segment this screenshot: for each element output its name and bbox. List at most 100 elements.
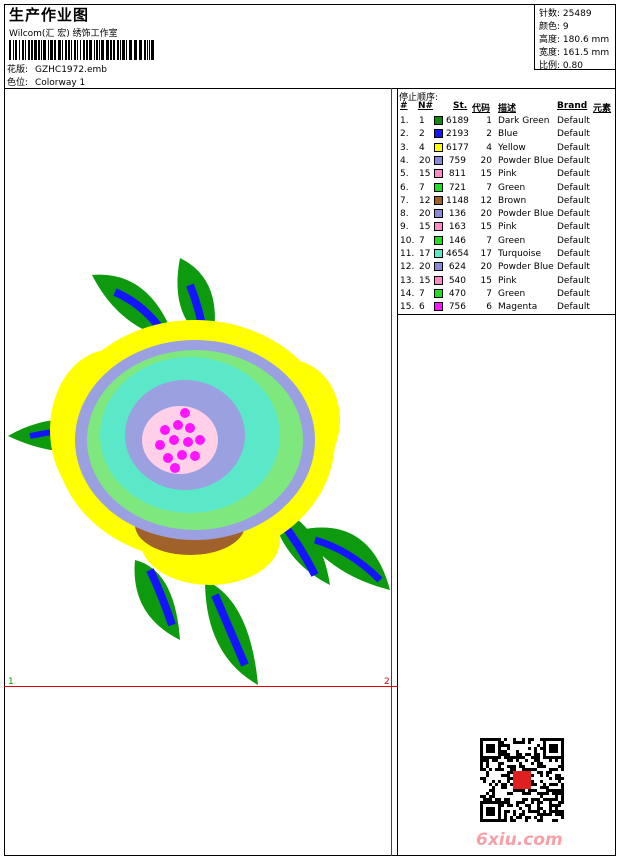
table-row: 3. 4 6177 4 Yellow Default: [398, 142, 616, 155]
row-needle: 15: [419, 169, 431, 180]
page-title: 生产作业图: [9, 6, 90, 24]
col-header-index: #: [400, 101, 408, 111]
row-index: 11.: [400, 249, 415, 259]
stat-scale: 比例: 0.80: [539, 58, 583, 71]
col-header-brand: Brand: [557, 101, 588, 111]
design-label: 花版:: [7, 65, 29, 75]
stat-stitches-value: 25489: [562, 9, 592, 19]
table-row: 13. 15 540 15 Pink Default: [398, 275, 616, 288]
row-stitches: 4654: [446, 249, 469, 259]
row-description: Powder Blue: [498, 209, 554, 220]
table-row: 15. 6 756 6 Magenta Default: [398, 301, 616, 314]
row-stitches: 146: [448, 235, 466, 246]
color-swatch: [434, 182, 443, 192]
qr-code-icon: [480, 738, 564, 822]
row-description: Pink: [498, 222, 517, 233]
row-description: Brown: [498, 195, 527, 206]
color-swatch: [434, 275, 443, 285]
row-brand: Default: [557, 142, 590, 153]
row-index: 1.: [400, 116, 409, 126]
row-brand: Default: [557, 222, 590, 233]
row-code: 7: [486, 182, 492, 193]
row-description: Powder Blue: [498, 155, 554, 166]
stat-scale-label: 比例:: [539, 61, 561, 71]
colorway-label: 色位:: [7, 78, 29, 88]
row-stitches: 163: [448, 222, 466, 233]
company-name: Wilcom(汇 宏) 绣饰工作室: [9, 29, 118, 39]
table-bottom-rule: [398, 314, 616, 315]
row-needle: 15: [419, 275, 431, 286]
color-swatch: [434, 142, 443, 152]
row-code: 15: [480, 222, 492, 233]
row-stitches: 759: [448, 155, 466, 166]
row-needle: 7: [419, 288, 425, 299]
color-swatch: [434, 195, 443, 205]
color-swatch: [434, 235, 443, 245]
color-swatch: [434, 222, 443, 232]
row-index: 7.: [400, 195, 409, 206]
row-brand: Default: [557, 155, 590, 166]
row-stitches: 540: [448, 275, 466, 286]
color-swatch: [434, 116, 443, 125]
row-needle: 20: [419, 155, 431, 166]
row-code: 4: [486, 142, 492, 153]
row-needle: 20: [419, 209, 431, 220]
row-needle: 17: [419, 249, 431, 259]
color-swatch: [434, 288, 443, 298]
row-index: 4.: [400, 155, 409, 166]
table-row: 11. 17 4654 17 Turquoise Default: [398, 248, 616, 261]
row-description: Green: [498, 182, 526, 193]
table-row: 2. 2 2193 2 Blue Default: [398, 128, 616, 141]
row-description: Pink: [498, 169, 517, 180]
row-needle: 7: [419, 182, 425, 193]
row-brand: Default: [557, 249, 590, 259]
stat-colors: 颜色: 9: [539, 19, 569, 32]
color-swatch: [434, 262, 443, 272]
color-swatch: [434, 129, 443, 139]
row-description: Pink: [498, 275, 517, 286]
color-swatch: [434, 209, 443, 219]
row-stitches: 470: [448, 288, 466, 299]
row-index: 9.: [400, 222, 409, 233]
row-stitches: 2193: [446, 129, 469, 140]
row-index: 13.: [400, 275, 415, 286]
stat-colors-label: 颜色:: [539, 22, 561, 32]
table-row: 10. 7 146 7 Green Default: [398, 235, 616, 248]
col-header-stitches: St.: [453, 101, 468, 111]
color-swatch: [434, 155, 443, 165]
row-stitches: 624: [448, 262, 466, 273]
row-index: 2.: [400, 129, 409, 140]
row-stitches: 136: [448, 209, 466, 220]
stat-height-value: 180.6 mm: [562, 35, 610, 45]
row-brand: Default: [557, 182, 590, 193]
row-code: 15: [480, 275, 492, 286]
row-needle: 6: [419, 302, 425, 313]
row-code: 20: [480, 155, 492, 166]
stat-stitches: 针数: 25489: [539, 6, 592, 19]
row-description: Blue: [498, 129, 518, 140]
row-needle: 15: [419, 222, 431, 233]
row-needle: 2: [419, 129, 425, 140]
table-row: 12. 20 624 20 Powder Blue Default: [398, 261, 616, 274]
row-brand: Default: [557, 275, 590, 286]
table-row: 5. 15 811 15 Pink Default: [398, 168, 616, 181]
row-index: 14.: [400, 288, 415, 299]
row-brand: Default: [557, 129, 590, 140]
color-swatch: [434, 249, 443, 258]
design-row: 花版: GZHC1972.emb: [7, 62, 107, 75]
color-swatch: [434, 302, 443, 312]
row-description: Powder Blue: [498, 262, 554, 273]
col-header-code: 代码: [472, 104, 491, 114]
row-index: 10.: [400, 235, 415, 246]
colorway-value: Colorway 1: [35, 78, 86, 88]
barcode-icon: [9, 40, 154, 60]
stat-width: 宽度: 161.5 mm: [539, 45, 609, 58]
stat-height: 高度: 180.6 mm: [539, 32, 609, 45]
row-stitches: 721: [448, 182, 466, 193]
row-stitches: 6189: [446, 116, 469, 126]
row-description: Dark Green: [498, 116, 550, 126]
row-needle: 1: [419, 116, 425, 126]
embroidery-flower-image: [8, 258, 390, 685]
row-stitches: 1148: [446, 195, 469, 206]
row-brand: Default: [557, 195, 590, 206]
